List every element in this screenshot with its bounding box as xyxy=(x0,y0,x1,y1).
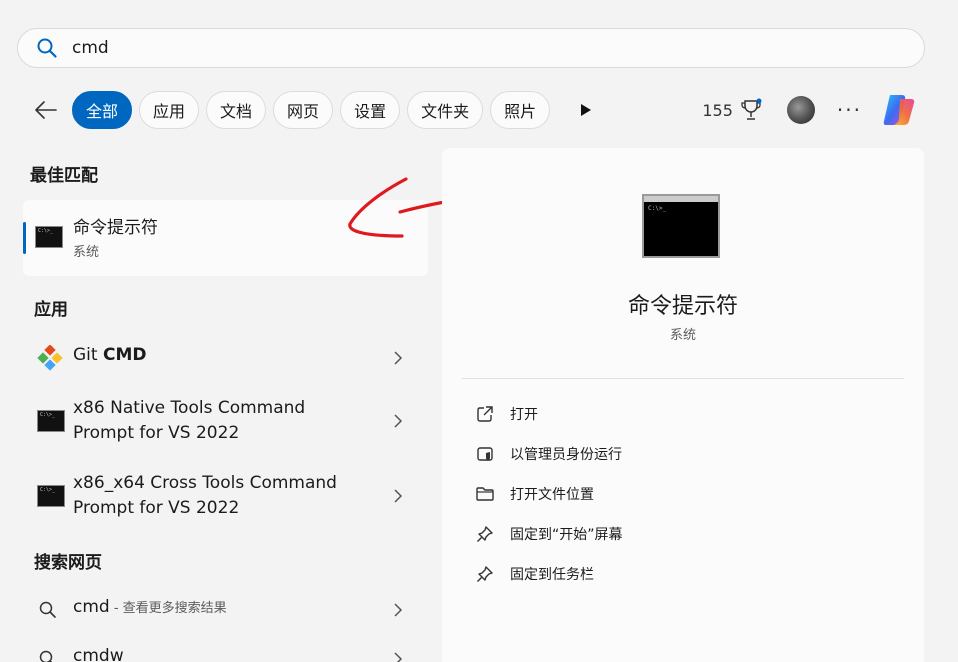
action-label: 固定到“开始”屏幕 xyxy=(510,527,623,543)
chevron-right-icon xyxy=(394,414,403,428)
action-open-file-location[interactable]: 打开文件位置 xyxy=(474,479,594,509)
chevron-right-icon xyxy=(394,351,403,365)
command-prompt-icon xyxy=(37,410,65,432)
command-prompt-large-icon: C:\>_ xyxy=(642,194,720,258)
play-icon xyxy=(581,104,592,116)
chevron-right-icon xyxy=(394,652,403,662)
action-label: 打开文件位置 xyxy=(510,487,594,503)
git-cmd-icon xyxy=(37,345,63,371)
web-item-cmdw[interactable]: cmdw xyxy=(23,643,428,662)
command-prompt-icon xyxy=(35,226,63,248)
action-label: 打开 xyxy=(510,407,538,423)
app-item-label: x86 Native Tools Command Prompt for VS 20… xyxy=(73,398,306,443)
chevron-right-icon xyxy=(394,603,403,617)
search-icon xyxy=(39,601,56,618)
pin-icon xyxy=(477,566,493,582)
more-options-icon[interactable]: ··· xyxy=(837,98,862,122)
search-icon xyxy=(39,650,53,662)
apps-heading: 应用 xyxy=(34,300,68,320)
more-tabs-button[interactable] xyxy=(571,95,601,125)
detail-pane: C:\>_ 命令提示符 系统 打开 以管理员身份运行 打开文件位置 固定到“开始… xyxy=(442,148,924,662)
app-item-x86-native[interactable]: x86 Native Tools CommandPrompt for VS 20… xyxy=(23,394,428,448)
shield-icon xyxy=(477,447,493,461)
app-item-label: Git CMD xyxy=(73,345,147,365)
app-item-git-cmd[interactable]: Git CMD xyxy=(23,340,428,374)
best-match-heading: 最佳匹配 xyxy=(30,166,98,186)
action-label: 固定到任务栏 xyxy=(510,567,594,583)
action-run-as-admin[interactable]: 以管理员身份运行 xyxy=(474,439,622,469)
tab-settings[interactable]: 设置 xyxy=(340,91,401,129)
header-tools: 155 ··· xyxy=(702,90,918,130)
best-match-title: 命令提示符 xyxy=(73,218,158,238)
app-item-label: x86_x64 Cross Tools Command Prompt for VS… xyxy=(73,473,337,518)
arrow-left-icon xyxy=(35,101,57,119)
back-button[interactable] xyxy=(30,94,62,126)
trophy-icon[interactable] xyxy=(739,98,763,122)
copilot-icon[interactable] xyxy=(880,91,918,129)
action-pin-to-start[interactable]: 固定到“开始”屏幕 xyxy=(474,519,623,549)
open-external-icon xyxy=(477,406,493,422)
action-pin-to-taskbar[interactable]: 固定到任务栏 xyxy=(474,559,594,589)
app-item-x86-x64-cross[interactable]: x86_x64 Cross Tools CommandPrompt for VS… xyxy=(23,469,428,523)
action-open[interactable]: 打开 xyxy=(474,399,538,429)
detail-subtitle: 系统 xyxy=(669,328,696,343)
search-input[interactable] xyxy=(72,38,772,58)
tab-documents[interactable]: 文档 xyxy=(206,91,267,129)
selection-indicator xyxy=(23,222,26,254)
web-item-cmd[interactable]: cmd - 查看更多搜索结果 xyxy=(23,594,428,624)
web-item-label: cmd - 查看更多搜索结果 xyxy=(73,597,227,617)
divider xyxy=(462,378,904,379)
pin-icon xyxy=(477,526,493,542)
web-search-heading: 搜索网页 xyxy=(34,553,102,573)
folder-icon xyxy=(476,487,494,501)
web-item-label: cmdw xyxy=(73,646,124,662)
search-icon xyxy=(37,38,57,58)
avatar[interactable] xyxy=(786,96,815,124)
search-box[interactable] xyxy=(17,28,925,68)
tab-photos[interactable]: 照片 xyxy=(490,91,551,129)
tab-all[interactable]: 全部 xyxy=(72,91,133,129)
rewards-points[interactable]: 155 xyxy=(702,101,733,120)
command-prompt-icon xyxy=(37,485,65,507)
best-match-subtitle: 系统 xyxy=(73,245,100,260)
chevron-right-icon xyxy=(394,489,403,503)
detail-title: 命令提示符 xyxy=(627,294,738,319)
tab-web[interactable]: 网页 xyxy=(273,91,334,129)
tab-apps[interactable]: 应用 xyxy=(139,91,200,129)
action-label: 以管理员身份运行 xyxy=(510,447,622,463)
tab-folders[interactable]: 文件夹 xyxy=(407,91,484,129)
